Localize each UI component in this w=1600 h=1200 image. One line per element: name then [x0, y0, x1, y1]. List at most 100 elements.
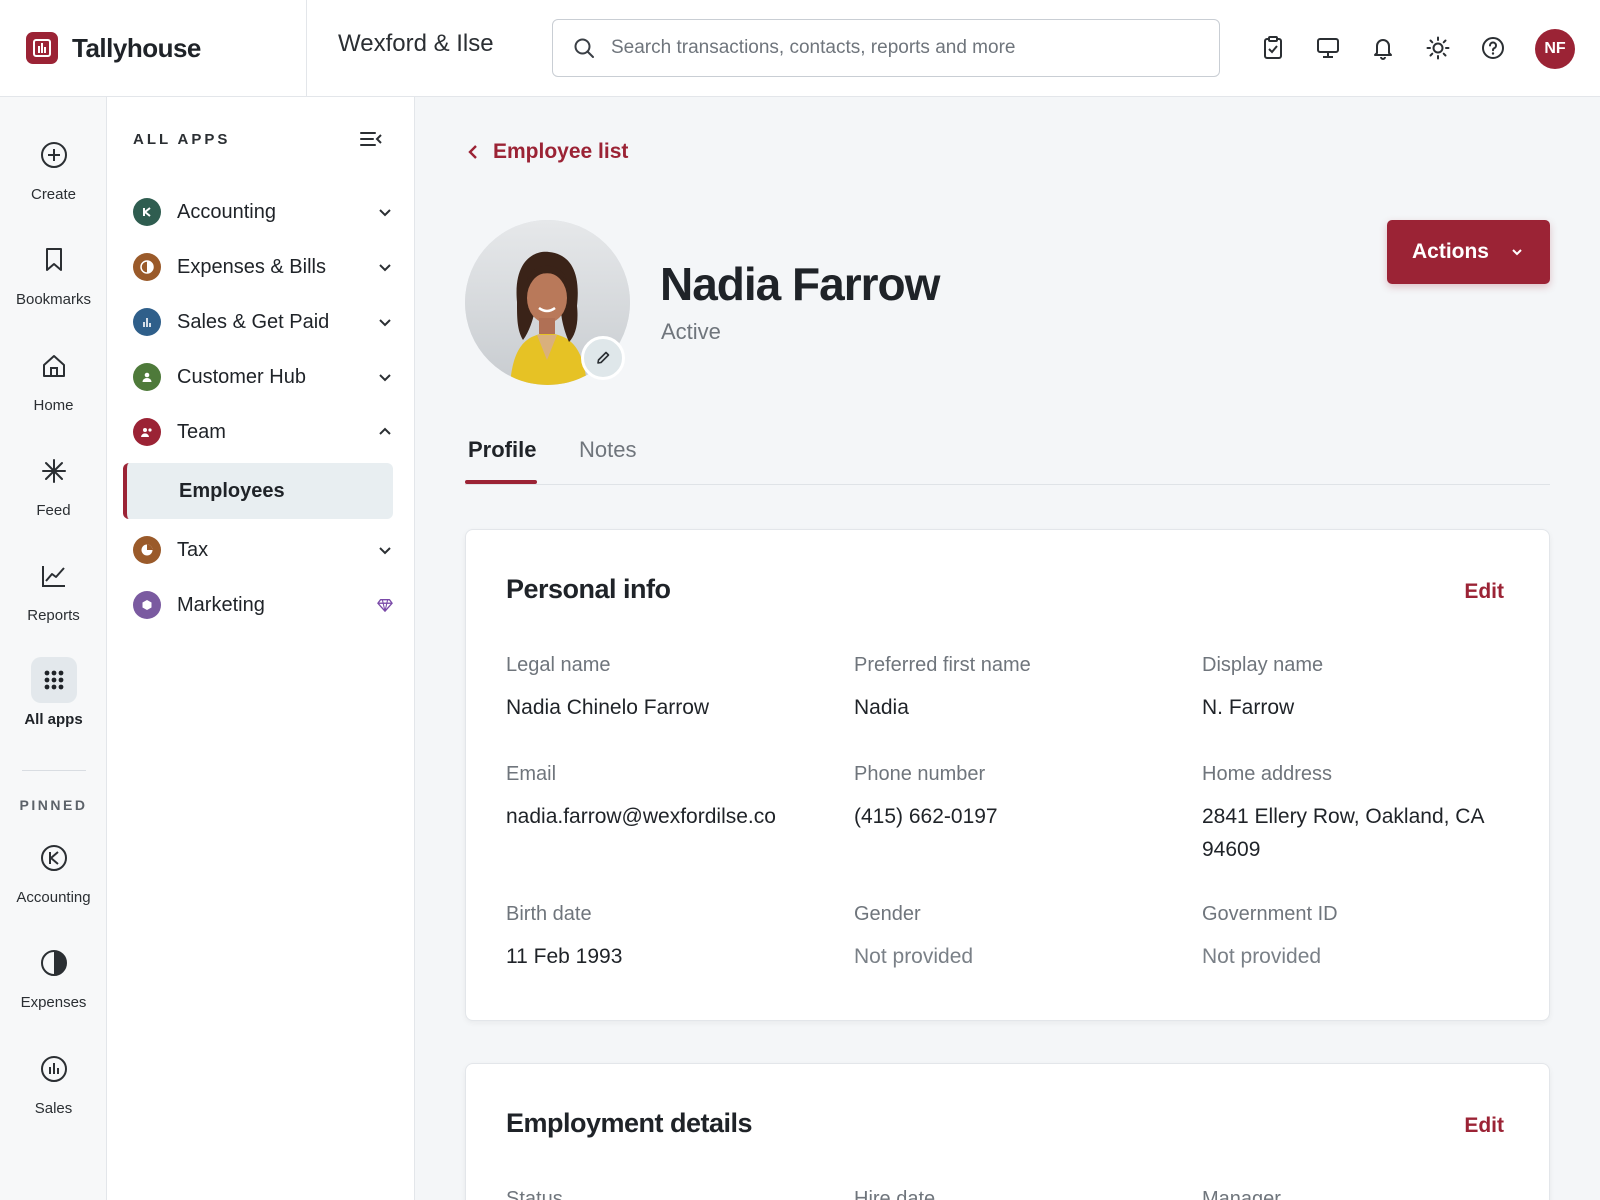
tab-profile[interactable]: Profile	[468, 437, 536, 463]
collapse-sidebar-icon[interactable]	[359, 129, 385, 153]
rail-label: Sales	[34, 1100, 73, 1117]
rail-reports[interactable]: Reports	[0, 553, 107, 624]
actions-label: Actions	[1411, 240, 1489, 263]
edit-photo-button[interactable]	[581, 336, 625, 380]
field-label: Status	[506, 1188, 563, 1200]
app-tax[interactable]: Tax	[133, 530, 393, 570]
profile-tabs: Profile Notes	[465, 427, 1550, 485]
app-expenses-bills[interactable]: Expenses & Bills	[133, 247, 393, 287]
field-display-name: Display name N. Farrow	[1202, 654, 1522, 724]
personal-info-card: Personal info Edit Legal name Nadia Chin…	[465, 529, 1550, 1021]
back-link[interactable]: Employee list	[467, 140, 628, 164]
bell-icon[interactable]	[1370, 35, 1396, 61]
help-icon[interactable]	[1480, 35, 1506, 61]
bar-chart-circle-icon	[31, 1046, 77, 1092]
field-hire-date: Hire date	[854, 1188, 1174, 1200]
tab-notes[interactable]: Notes	[579, 437, 636, 463]
accounting-app-icon	[133, 198, 161, 226]
edit-personal-info-button[interactable]: Edit	[1464, 580, 1504, 604]
rail-label: Feed	[36, 502, 71, 519]
field-label: Email	[506, 763, 557, 785]
field-label: Hire date	[854, 1188, 936, 1200]
company-name[interactable]: Wexford & Ilse	[338, 30, 494, 58]
chevron-down-icon[interactable]	[377, 204, 393, 220]
app-label: Tax	[177, 538, 209, 561]
brand[interactable]: Tallyhouse	[0, 0, 307, 96]
monitor-icon[interactable]	[1315, 35, 1341, 61]
rail-label: Bookmarks	[15, 291, 92, 308]
field-value: Not provided	[854, 945, 974, 968]
expenses-app-icon	[133, 253, 161, 281]
field-value: (415) 662-0197	[854, 805, 998, 828]
field-label: Birth date	[506, 903, 592, 925]
rail-label: Home	[33, 397, 74, 414]
app-marketing[interactable]: Marketing	[133, 585, 393, 625]
card-title: Personal info	[506, 574, 671, 604]
chevron-down-icon[interactable]	[377, 369, 393, 385]
tasks-icon[interactable]	[1260, 35, 1286, 61]
marketing-app-icon	[133, 591, 161, 619]
rail-create[interactable]: Create	[0, 132, 107, 203]
rail-label: All apps	[24, 711, 83, 728]
field-phone-number: Phone number (415) 662-0197	[854, 763, 1174, 833]
edit-employment-button[interactable]: Edit	[1464, 1114, 1504, 1138]
rail-home[interactable]: Home	[0, 343, 107, 414]
field-status: Status	[506, 1188, 826, 1200]
field-label: Display name	[1202, 654, 1324, 676]
rail-pinned-sales[interactable]: Sales	[0, 1046, 107, 1117]
half-circle-icon	[31, 940, 77, 986]
user-avatar[interactable]: NF	[1535, 29, 1575, 69]
diamond-icon	[377, 599, 393, 612]
app-team[interactable]: Team	[133, 412, 393, 452]
grid-icon	[30, 657, 77, 703]
field-value: 11 Feb 1993	[506, 945, 623, 968]
active-tab-indicator	[465, 480, 537, 484]
field-value: Nadia	[854, 696, 909, 719]
field-legal-name: Legal name Nadia Chinelo Farrow	[506, 654, 826, 724]
left-rail: Create Bookmarks Home Feed Reports All a…	[0, 97, 107, 1200]
field-value: Not provided	[1202, 945, 1322, 968]
field-value: Nadia Chinelo Farrow	[506, 696, 710, 719]
actions-button[interactable]: Actions	[1387, 220, 1550, 284]
rail-pinned-expenses[interactable]: Expenses	[0, 940, 107, 1011]
chevron-up-icon[interactable]	[377, 424, 393, 440]
chevron-down-icon	[1512, 249, 1522, 256]
sales-app-icon	[133, 308, 161, 336]
rail-feed[interactable]: Feed	[0, 448, 107, 519]
search-input[interactable]	[611, 37, 1211, 59]
app-label: Accounting	[177, 200, 276, 223]
brand-name: Tallyhouse	[72, 32, 201, 63]
app-customer-hub[interactable]: Customer Hub	[133, 357, 393, 397]
rail-label: Create	[30, 186, 77, 203]
rail-bookmarks[interactable]: Bookmarks	[0, 237, 107, 308]
search-bar[interactable]	[552, 19, 1220, 77]
employee-name: Nadia Farrow	[660, 258, 940, 310]
field-value: nadia.farrow@wexfordilse.co	[506, 805, 776, 828]
team-app-icon	[133, 418, 161, 446]
app-label: Customer Hub	[177, 365, 306, 388]
sun-icon[interactable]	[1425, 35, 1451, 61]
card-title: Employment details	[506, 1108, 753, 1138]
accounting-icon	[31, 835, 77, 881]
chevron-down-icon[interactable]	[377, 259, 393, 275]
field-value: 2841 Ellery Row, Oakland, CA 94609	[1202, 805, 1484, 861]
rail-all-apps[interactable]: All apps	[0, 657, 107, 728]
app-label: Team	[177, 420, 226, 443]
field-preferred-first-name: Preferred first name Nadia	[854, 654, 1174, 724]
chevron-down-icon[interactable]	[377, 542, 393, 558]
field-label: Gender	[854, 903, 921, 925]
chevron-down-icon[interactable]	[377, 314, 393, 330]
bookmark-icon	[31, 237, 77, 283]
field-label: Preferred first name	[854, 654, 1031, 676]
app-label: Expenses & Bills	[177, 255, 326, 278]
rail-pinned-accounting[interactable]: Accounting	[0, 835, 107, 906]
field-birth-date: Birth date 11 Feb 1993	[506, 903, 826, 973]
app-sales-get-paid[interactable]: Sales & Get Paid	[133, 302, 393, 342]
app-accounting[interactable]: Accounting	[133, 192, 393, 232]
top-bar: Tallyhouse Wexford & Ilse NF	[0, 0, 1600, 97]
app-label: Marketing	[177, 593, 265, 616]
sidebar-item-employees[interactable]: Employees	[123, 463, 393, 519]
field-manager: Manager	[1202, 1188, 1522, 1200]
tax-app-icon	[133, 536, 161, 564]
field-government-id: Government ID Not provided	[1202, 903, 1522, 973]
